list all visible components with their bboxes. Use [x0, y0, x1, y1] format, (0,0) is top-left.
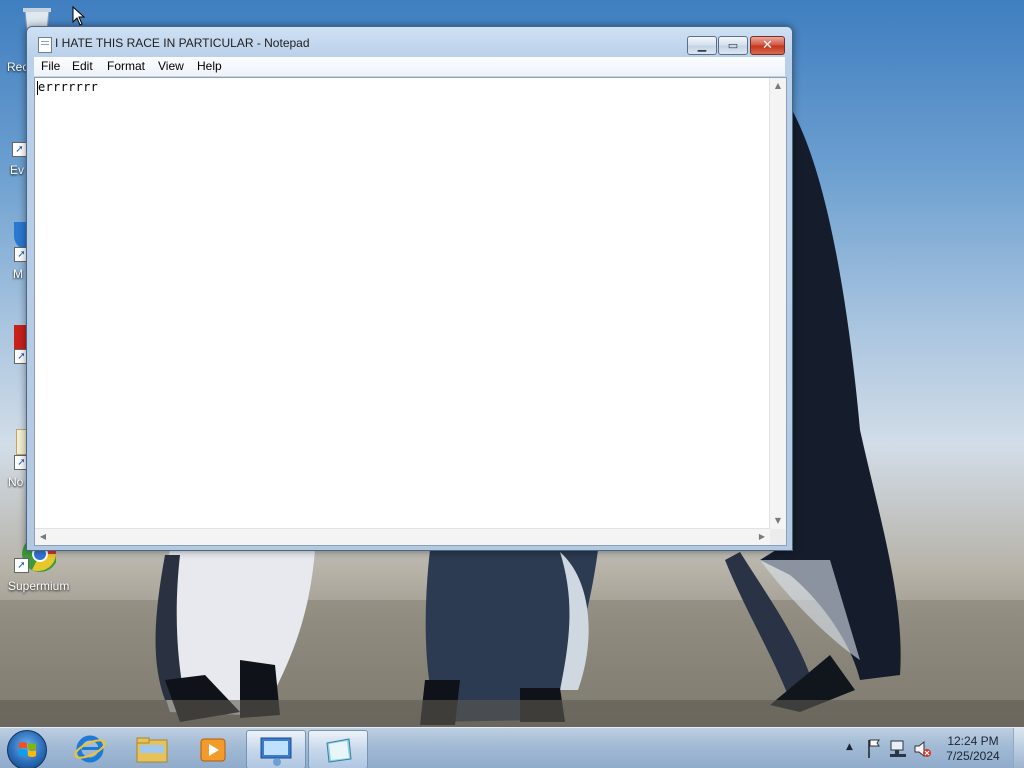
- menu-view[interactable]: View: [158, 59, 184, 73]
- taskbar-file-explorer[interactable]: [122, 730, 180, 767]
- desktop-icon-label: No: [8, 475, 24, 489]
- clock-time: 12:24 PM: [947, 734, 999, 748]
- file-explorer-icon: [136, 737, 168, 763]
- desktop: Rec ➚ Ev ➚ M ➚ ➚ No ➚ Supermium I HATE T…: [0, 0, 1024, 768]
- scroll-left-arrow-icon[interactable]: ◀: [35, 529, 51, 545]
- minimize-icon: ▁: [697, 39, 707, 52]
- window-title: I HATE THIS RACE IN PARTICULAR - Notepad: [55, 36, 310, 50]
- desktop-icon-label: Supermium: [8, 579, 70, 593]
- volume-muted-icon[interactable]: [912, 728, 932, 768]
- notepad-icon: [38, 37, 52, 53]
- action-center-flag-icon[interactable]: [864, 728, 884, 768]
- notepad-icon: [326, 738, 352, 763]
- internet-explorer-icon: [74, 735, 106, 763]
- vertical-scrollbar[interactable]: ▲ ▼: [769, 78, 786, 529]
- maximize-button[interactable]: ▭: [718, 36, 748, 55]
- taskbar-media-player[interactable]: [184, 730, 242, 767]
- media-player-icon: [200, 738, 226, 762]
- text-editor[interactable]: errrrrrr ▲ ▼ ◀ ▶: [34, 77, 787, 546]
- remote-desktop-icon: [260, 737, 292, 766]
- taskbar-internet-explorer[interactable]: [62, 730, 118, 767]
- minimize-button[interactable]: ▁: [687, 36, 717, 55]
- menu-bar: File Edit Format View Help: [34, 57, 785, 77]
- taskbar-clock[interactable]: 12:24 PM 7/25/2024: [932, 734, 1014, 764]
- show-desktop-button[interactable]: [1013, 728, 1024, 768]
- scroll-down-arrow-icon[interactable]: ▼: [770, 513, 786, 529]
- mouse-cursor-icon: [72, 6, 86, 26]
- taskbar-notepad[interactable]: [308, 730, 368, 768]
- show-hidden-icons-chevron[interactable]: ▲: [842, 728, 860, 768]
- taskbar-remote-desktop[interactable]: [246, 730, 306, 768]
- close-icon: ✕: [762, 38, 773, 53]
- scroll-right-arrow-icon[interactable]: ▶: [754, 529, 770, 545]
- maximize-icon: ▭: [727, 39, 739, 52]
- taskbar: ▲ 12:24 PM 7/25/2024: [0, 727, 1024, 768]
- notepad-window[interactable]: I HATE THIS RACE IN PARTICULAR - Notepad…: [26, 26, 793, 551]
- menu-edit[interactable]: Edit: [72, 59, 93, 73]
- desktop-icon-label: Ev: [10, 163, 25, 177]
- menu-file[interactable]: File: [41, 59, 60, 73]
- editor-content[interactable]: errrrrrr: [38, 80, 98, 94]
- menu-help[interactable]: Help: [197, 59, 222, 73]
- title-bar[interactable]: I HATE THIS RACE IN PARTICULAR - Notepad…: [27, 27, 792, 57]
- menu-format[interactable]: Format: [107, 59, 145, 73]
- windows-start-icon[interactable]: [7, 730, 47, 768]
- clock-date: 7/25/2024: [946, 749, 1000, 763]
- scrollbar-corner: [770, 529, 786, 545]
- network-icon[interactable]: [888, 728, 908, 768]
- scroll-up-arrow-icon[interactable]: ▲: [770, 78, 786, 94]
- close-button[interactable]: ✕: [750, 36, 785, 55]
- desktop-icon-label: M: [13, 267, 23, 281]
- horizontal-scrollbar[interactable]: ◀ ▶: [35, 528, 770, 545]
